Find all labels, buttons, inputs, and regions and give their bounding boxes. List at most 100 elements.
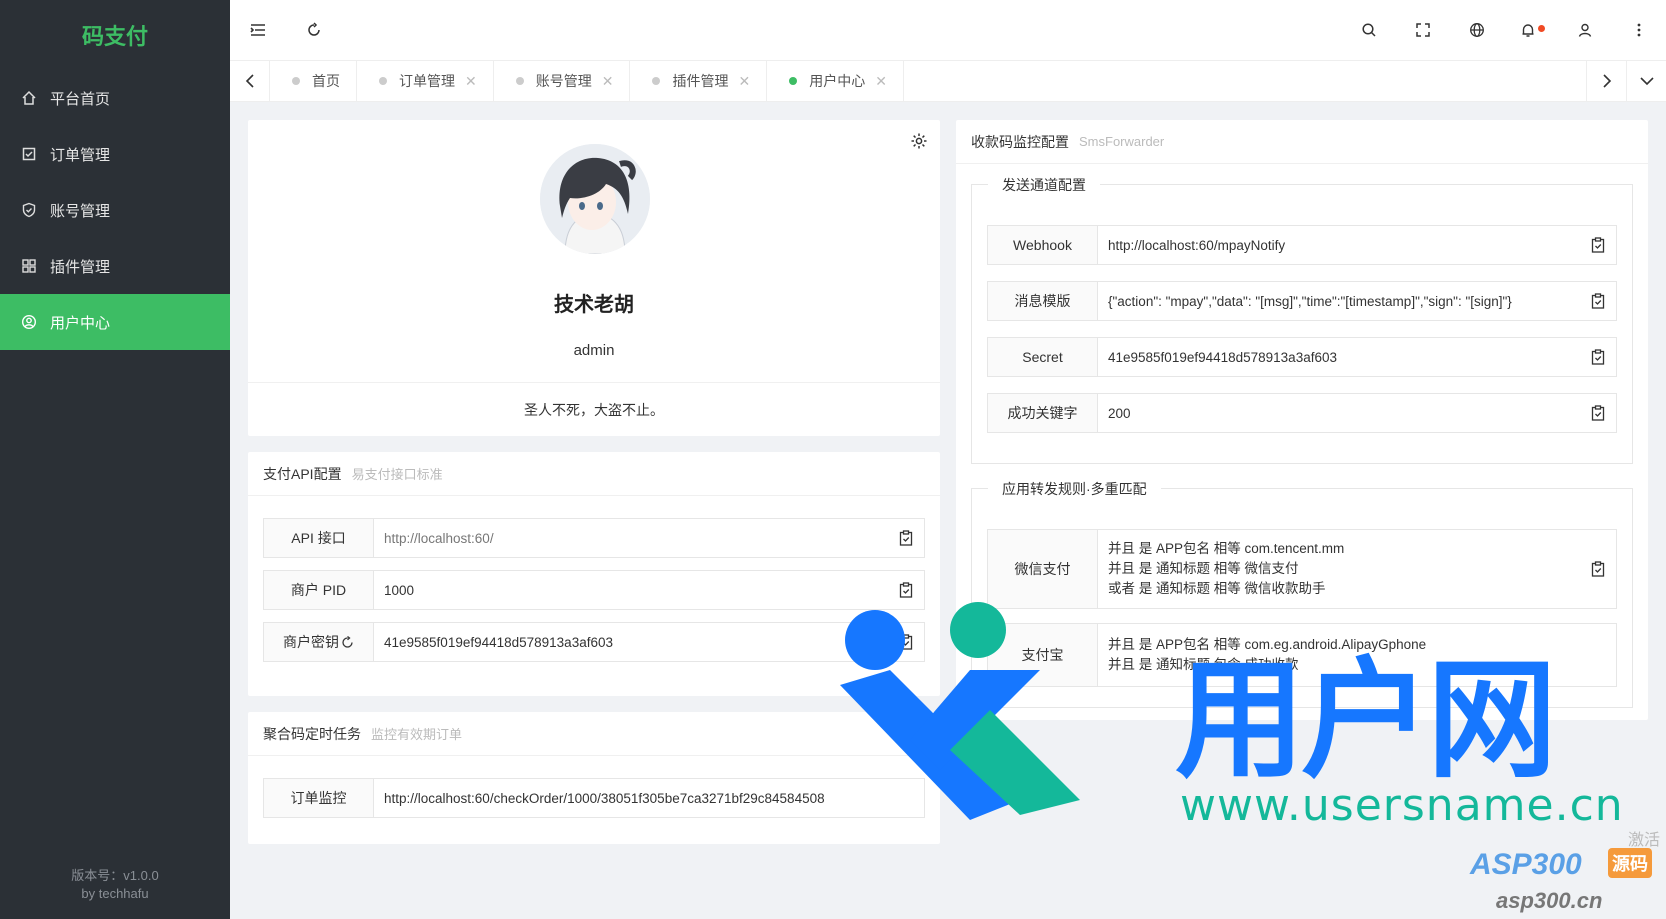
search-icon[interactable] [1342,0,1396,60]
fullscreen-icon[interactable] [1396,0,1450,60]
clipboard-icon[interactable] [888,571,924,609]
close-icon[interactable]: ✕ [875,73,887,90]
tab-home[interactable]: 首页 [270,60,357,102]
tabs-scroll-left-icon[interactable] [230,60,270,102]
card-title: 支付API配置 [263,465,342,482]
api-endpoint-field: API 接口 http://localhost:60/ [263,518,925,558]
profile-username: admin [573,342,615,359]
app-logo: 码支付 [81,24,148,49]
rule-conditions[interactable]: 并且 是 APP包名 相等 com.tencent.mm 并且 是 通知标题 相… [1098,530,1580,608]
merchant-key-field: 商户密钥 41e9585f019ef94418d578913a3af603 [263,622,925,662]
clipboard-icon[interactable] [1580,394,1616,432]
field-value[interactable]: 1000 [374,571,888,609]
card-header: 收款码监控配置 SmsForwarder [956,120,1648,164]
tab-plugins[interactable]: 插件管理 ✕ [630,60,768,102]
clipboard-icon[interactable] [888,519,924,557]
success-keyword-field: 成功关键字 200 [987,393,1617,433]
rule-line: 并且 是 通知标题 包含 成功收款 [1108,657,1299,672]
clipboard-icon[interactable] [888,623,924,661]
sidebar-item-accounts[interactable]: 账号管理 [0,182,230,238]
grid-icon [20,257,38,275]
field-label: 商户密钥 [264,623,374,661]
card-subtitle: 易支付接口标准 [351,467,443,482]
watermark-url: www.usersname.cn [1180,780,1624,831]
fieldset-legend: 应用转发规则·多重匹配 [988,479,1161,499]
card-subtitle: 监控有效期订单 [371,727,463,742]
field-value[interactable]: 41e9585f019ef94418d578913a3af603 [1098,338,1580,376]
version-text: 版本号：v1.0.0 [71,868,159,883]
field-label: 商户 PID [264,571,374,609]
tab-user-center[interactable]: 用户中心 ✕ [767,60,904,102]
clipboard-icon[interactable] [1580,226,1616,264]
cron-task-card: 聚合码定时任务 监控有效期订单 订单监控 http://localhost:60… [248,712,940,844]
close-icon[interactable]: ✕ [465,73,477,90]
more-vertical-icon[interactable] [1612,0,1666,60]
field-value[interactable]: 200 [1098,394,1580,432]
notification-dot [1537,24,1545,32]
field-label: Secret [988,338,1098,376]
tab-accounts[interactable]: 账号管理 ✕ [494,60,631,102]
notification-bell-icon[interactable] [1504,0,1558,60]
sidebar-item-label: 订单管理 [50,146,111,164]
channel-fieldset: 发送通道配置 Webhook http://localhost:60/mpayN… [971,175,1633,464]
sidebar: 码支付 平台首页 订单管理 账号管理 插件管理 用户中心 版本号：v1.0.0 … [0,0,230,919]
tab-label: 插件管理 [672,73,729,89]
profile-motto: 圣人不死，大盗不止。 [248,382,940,436]
order-icon [20,145,38,163]
watermark-asp-url: asp300.cn [1496,888,1603,913]
sidebar-item-plugins[interactable]: 插件管理 [0,238,230,294]
watermark-asp-tag: 源码 [1608,848,1652,878]
card-subtitle: SmsForwarder [1079,134,1165,149]
rule-line: 并且 是 APP包名 相等 com.tencent.mm [1108,541,1345,556]
tab-dot [789,77,798,85]
tab-label: 账号管理 [535,73,592,89]
sidebar-item-user-center[interactable]: 用户中心 [0,294,230,350]
profile-card: 技术老胡 admin 圣人不死，大盗不止。 [248,120,940,436]
tab-label: 首页 [312,73,340,89]
field-label: API 接口 [264,519,374,557]
field-label: 订单监控 [264,779,374,817]
rule-wechat: 微信支付 并且 是 APP包名 相等 com.tencent.mm 并且 是 通… [987,529,1617,609]
sidebar-item-home[interactable]: 平台首页 [0,70,230,126]
tabs-bar: 首页 订单管理 ✕ 账号管理 ✕ 插件管理 ✕ 用户中心 ✕ [230,60,1666,102]
field-value[interactable]: 41e9585f019ef94418d578913a3af603 [374,623,888,661]
chevron-down-icon[interactable] [1626,60,1666,102]
refresh-icon[interactable] [286,0,342,60]
watermark-activate: 激活 [1628,832,1661,849]
home-icon [20,89,38,107]
field-label: 成功关键字 [988,394,1098,432]
clipboard-icon[interactable] [1580,282,1616,320]
top-bar [230,0,1666,60]
field-label: 消息模版 [988,282,1098,320]
tab-dot [292,77,300,85]
rule-alipay: 支付宝 并且 是 APP包名 相等 com.eg.android.AlipayG… [987,623,1617,687]
secret-field: Secret 41e9585f019ef94418d578913a3af603 [987,337,1617,377]
user-icon[interactable] [1558,0,1612,60]
rule-conditions[interactable]: 并且 是 APP包名 相等 com.eg.android.AlipayGphon… [1098,624,1616,686]
user-circle-icon [20,313,38,331]
field-value[interactable]: http://localhost:60/checkOrder/1000/3805… [374,779,924,817]
menu-toggle-icon[interactable] [230,0,286,60]
sidebar-item-label: 账号管理 [50,202,111,220]
clipboard-icon[interactable] [1580,530,1616,608]
tab-orders[interactable]: 订单管理 ✕ [357,60,494,102]
field-value[interactable]: http://localhost:60/mpayNotify [1098,226,1580,264]
field-value[interactable]: {"action": "mpay","data": "[msg]","time"… [1098,282,1580,320]
field-label: Webhook [988,226,1098,264]
sidebar-item-orders[interactable]: 订单管理 [0,126,230,182]
tab-dot [652,77,661,85]
field-value[interactable]: http://localhost:60/ [374,519,888,557]
card-title: 聚合码定时任务 [263,725,361,742]
tabs-scroll-right-icon[interactable] [1586,60,1626,102]
language-globe-icon[interactable] [1450,0,1504,60]
gear-icon[interactable] [910,132,928,153]
regenerate-icon[interactable] [341,635,354,649]
close-icon[interactable]: ✕ [738,73,750,90]
avatar[interactable] [540,144,650,254]
clipboard-icon[interactable] [1580,338,1616,376]
card-header: 支付API配置 易支付接口标准 [248,452,940,496]
rule-line: 并且 是 通知标题 相等 微信支付 [1108,561,1299,576]
watermark-asp: ASP300 [1470,848,1582,881]
close-icon[interactable]: ✕ [602,73,614,90]
tabs-list: 首页 订单管理 ✕ 账号管理 ✕ 插件管理 ✕ 用户中心 ✕ [270,60,1586,102]
